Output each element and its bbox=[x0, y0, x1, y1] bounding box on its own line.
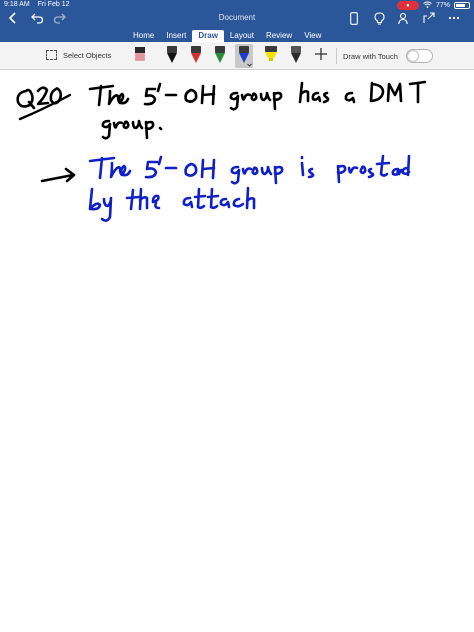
account-button[interactable] bbox=[398, 10, 410, 26]
pencil-tool[interactable] bbox=[287, 44, 305, 68]
tab-home[interactable]: Home bbox=[127, 30, 160, 42]
header-right-icons bbox=[348, 10, 460, 26]
lightbulb-icon bbox=[373, 11, 385, 25]
battery-level bbox=[456, 4, 465, 7]
draw-with-touch-label: Draw with Touch bbox=[343, 52, 398, 61]
ribbon-divider bbox=[336, 48, 337, 64]
ink-arrow bbox=[40, 167, 76, 183]
ink-line-question-2 bbox=[101, 119, 163, 140]
share-icon bbox=[423, 12, 435, 23]
ink-line-question bbox=[16, 80, 427, 121]
select-objects-button[interactable]: Select Objects bbox=[46, 50, 111, 60]
ribbon-tabs: Home Insert Draw Layout Review View bbox=[127, 30, 327, 42]
eraser-tool[interactable] bbox=[131, 44, 149, 68]
tab-insert[interactable]: Insert bbox=[160, 30, 192, 42]
phone-icon bbox=[350, 11, 358, 25]
highlighter-icon bbox=[265, 46, 277, 61]
tell-me-button[interactable] bbox=[373, 10, 385, 26]
pen-tool-red[interactable] bbox=[187, 44, 205, 68]
status-bar-right: ● 77% bbox=[396, 1, 470, 10]
pen-green-icon bbox=[215, 46, 225, 63]
tab-review[interactable]: Review bbox=[260, 30, 298, 42]
phone-view-button[interactable] bbox=[348, 10, 360, 26]
draw-ribbon: Select Objects Draw with Touch bbox=[0, 42, 474, 70]
more-button[interactable] bbox=[448, 10, 460, 26]
pen-red-icon bbox=[191, 46, 201, 63]
ink-line-answer-1 bbox=[88, 154, 411, 185]
lasso-select-icon bbox=[46, 50, 57, 60]
pen-tool-green[interactable] bbox=[211, 44, 229, 68]
screen-record-icon: ● bbox=[396, 1, 419, 10]
handwritten-ink bbox=[16, 80, 427, 222]
pencil-icon bbox=[291, 46, 301, 63]
document-canvas[interactable] bbox=[0, 71, 474, 632]
wifi-icon bbox=[423, 1, 432, 10]
tab-layout[interactable]: Layout bbox=[224, 30, 260, 42]
pen-tool-black[interactable] bbox=[163, 44, 181, 68]
share-button[interactable] bbox=[423, 10, 435, 26]
tab-view[interactable]: View bbox=[298, 30, 327, 42]
more-icon bbox=[448, 16, 460, 20]
battery-icon bbox=[454, 2, 470, 9]
eraser-icon bbox=[135, 47, 145, 61]
pen-tool-blue[interactable] bbox=[235, 44, 253, 68]
app-header: 9:18 AM Fri Feb 12 ● 77% Document Home I… bbox=[0, 0, 474, 42]
status-bar-left: 9:18 AM Fri Feb 12 bbox=[4, 1, 76, 8]
plus-icon bbox=[315, 48, 327, 60]
tab-draw[interactable]: Draw bbox=[192, 30, 224, 42]
select-objects-label: Select Objects bbox=[63, 50, 112, 60]
status-date: Fri Feb 12 bbox=[37, 1, 70, 8]
pen-black-icon bbox=[167, 46, 177, 63]
status-time: 9:18 AM bbox=[4, 1, 30, 8]
highlighter-tool-yellow[interactable] bbox=[262, 44, 280, 68]
draw-with-touch-toggle[interactable] bbox=[406, 49, 433, 63]
add-pen-button[interactable] bbox=[313, 47, 329, 63]
ink-line-answer-2 bbox=[88, 186, 256, 222]
toggle-knob bbox=[408, 51, 418, 61]
battery-percent: 77% bbox=[435, 2, 450, 9]
person-add-icon bbox=[398, 12, 408, 24]
pen-blue-icon bbox=[239, 46, 252, 67]
